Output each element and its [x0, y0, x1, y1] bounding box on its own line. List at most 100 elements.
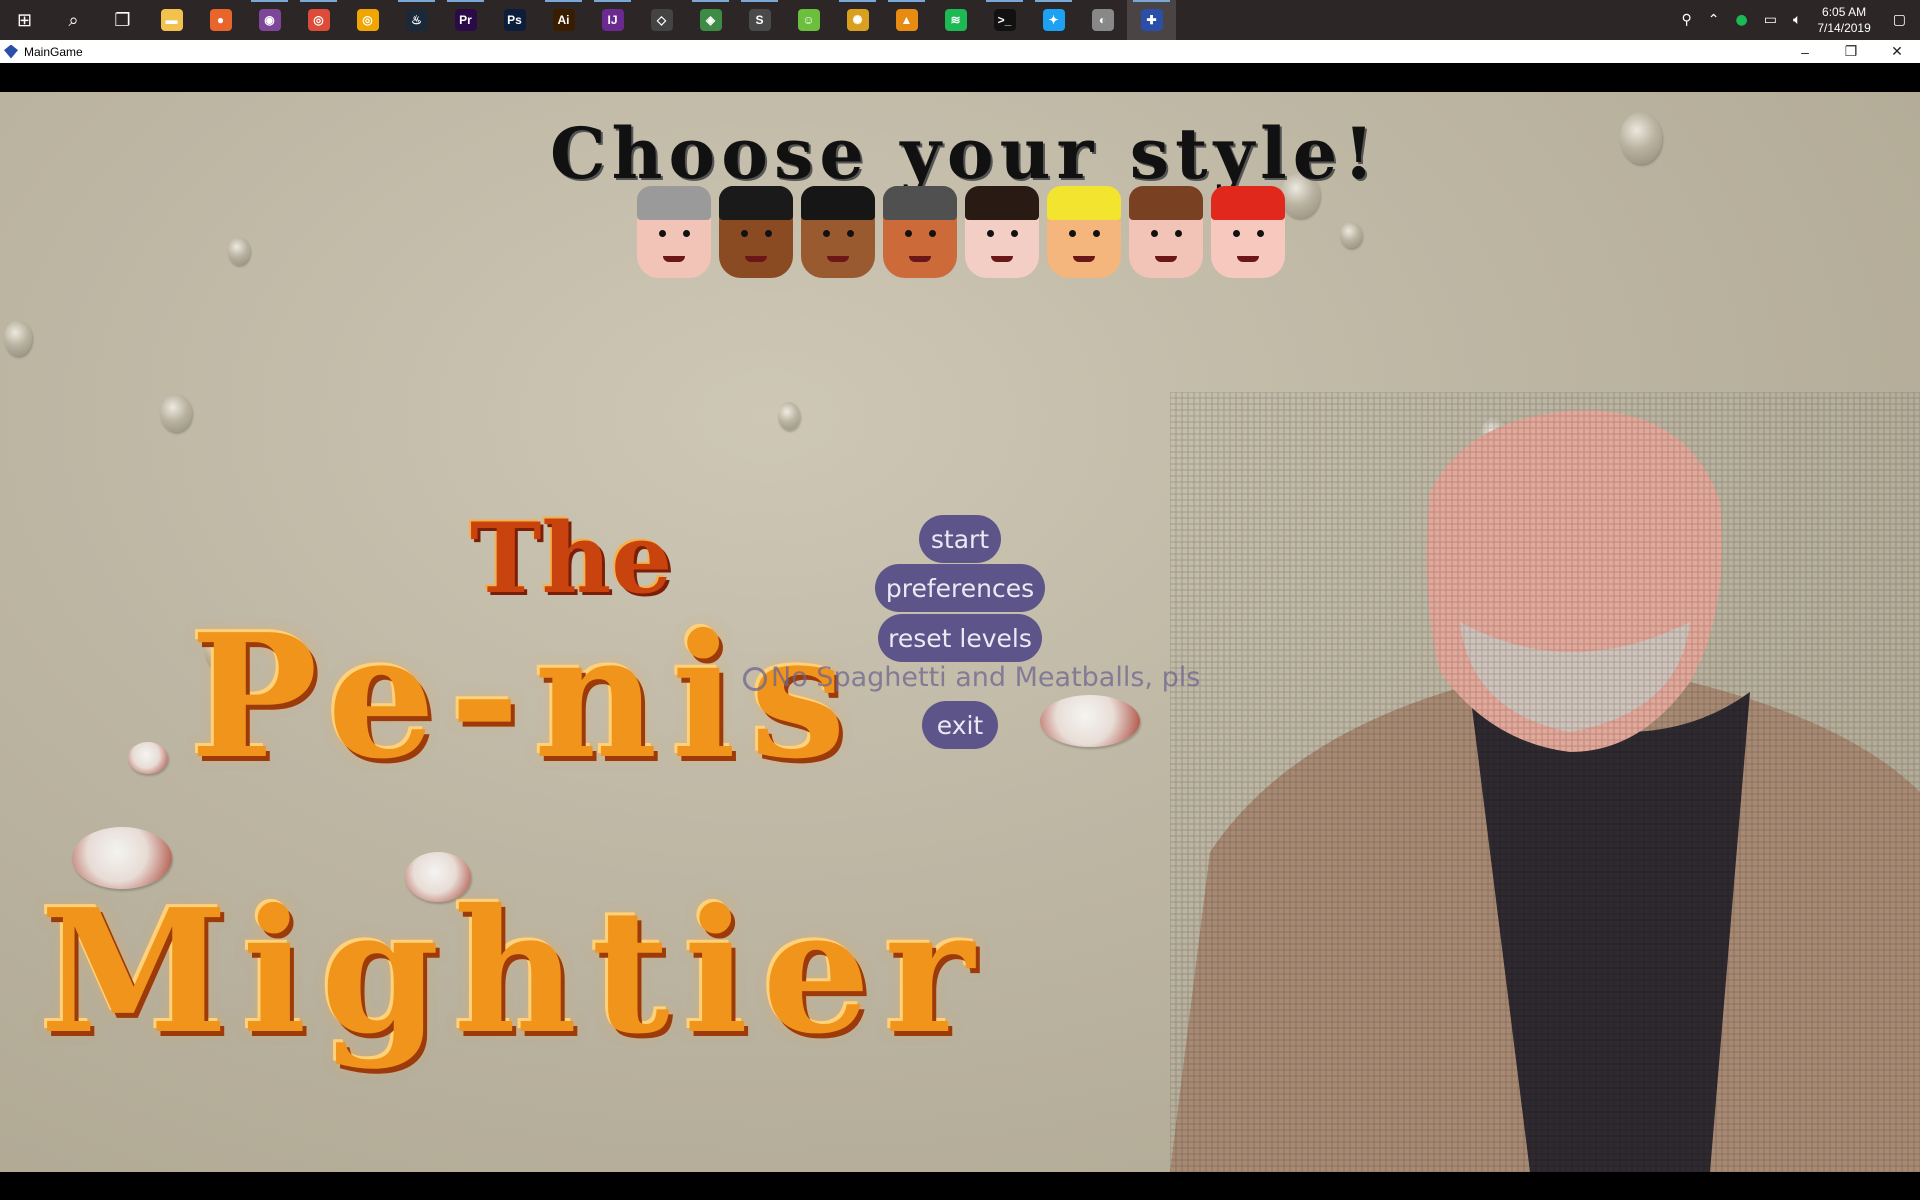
- unity-icon: ◇: [650, 9, 673, 31]
- taskbar-unity-button[interactable]: ◇: [637, 0, 686, 40]
- clock[interactable]: 6:05 AM 7/14/2019: [1817, 4, 1870, 36]
- face-hair: [883, 186, 957, 220]
- taskbar-maingame-button[interactable]: ✚: [1127, 0, 1176, 40]
- chrome-canary-icon: ◎: [356, 9, 379, 31]
- taskbar-sun-app-button[interactable]: ✺: [833, 0, 882, 40]
- spaghetti-option-label: No Spaghetti and Meatballs, pls: [771, 662, 1201, 693]
- start-icon: ⊞: [16, 9, 33, 30]
- close-button[interactable]: ✕: [1874, 40, 1920, 63]
- face-mouth: [991, 256, 1013, 262]
- water-droplet: [778, 402, 800, 430]
- clock-date: 7/14/2019: [1817, 21, 1871, 35]
- face-eye: [1151, 230, 1158, 237]
- restore-button[interactable]: ❐: [1828, 40, 1874, 63]
- maingame-window-icon: [4, 44, 18, 59]
- network-icon[interactable]: ▭: [1764, 12, 1777, 28]
- face-brown-hair[interactable]: [1129, 186, 1203, 278]
- preferences-button[interactable]: preferences: [875, 564, 1045, 612]
- water-droplet: [4, 320, 32, 356]
- spaghetti-radio[interactable]: [743, 666, 767, 691]
- chevron-up-icon[interactable]: ⌃: [1708, 12, 1720, 28]
- taskbar-steam-button[interactable]: ♨: [392, 0, 441, 40]
- taskbar: ⊞ ⌕ ❐ ▬ ● ◉ ◎ ◎ ♨ Pr Ps Ai IJ ◇ ◈ S ☺ ✺ ▲ ≋ >_ ✦ ◐ ✚ ⚲ ⌃ ● ▭ 🔈︎…: [0, 0, 1920, 40]
- face-eye: [1257, 230, 1264, 237]
- water-droplet: [1340, 222, 1362, 248]
- taskbar-file-explorer-button[interactable]: ▬: [147, 0, 196, 40]
- task-view-icon: ❐: [114, 9, 131, 30]
- water-droplet: [128, 742, 168, 774]
- choose-style-heading: Choose your style!: [549, 112, 1381, 195]
- taskbar-sublime-button[interactable]: S: [735, 0, 784, 40]
- minimize-button[interactable]: –: [1782, 40, 1828, 63]
- taskbar-apps: ⊞ ⌕ ❐ ▬ ● ◉ ◎ ◎ ♨ Pr Ps Ai IJ ◇ ◈ S ☺ ✺ ▲ ≋ >_ ✦ ◐ ✚: [0, 0, 1176, 40]
- face-hair: [965, 186, 1039, 220]
- water-droplet: [1040, 695, 1140, 747]
- taskbar-start-button[interactable]: ⊞: [0, 0, 49, 40]
- spaghetti-option[interactable]: No Spaghetti and Meatballs, pls: [743, 662, 1200, 693]
- face-blonde[interactable]: [1047, 186, 1121, 278]
- face-red-hair[interactable]: [1211, 186, 1285, 278]
- taskbar-chrome-button[interactable]: ◎: [294, 0, 343, 40]
- character-face-selector: [637, 186, 1285, 278]
- pixelated-man-photo: [1170, 392, 1920, 1172]
- face-gray-beard[interactable]: [883, 186, 957, 278]
- running-indicator: [888, 0, 925, 2]
- face-mouth: [1155, 256, 1177, 262]
- spotify-tray-icon[interactable]: ●: [1736, 12, 1748, 28]
- taskbar-premiere-button[interactable]: Pr: [441, 0, 490, 40]
- running-indicator: [545, 0, 582, 2]
- face-eye: [847, 230, 854, 237]
- window-title: MainGame: [24, 44, 83, 59]
- taskbar-app-person-button[interactable]: ☺: [784, 0, 833, 40]
- face-black-beard[interactable]: [719, 186, 793, 278]
- spotify-icon: ≋: [944, 9, 967, 31]
- taskbar-vlc-button[interactable]: ▲: [882, 0, 931, 40]
- tor-icon: ◉: [258, 9, 281, 31]
- taskbar-spotify-button[interactable]: ≋: [931, 0, 980, 40]
- taskbar-chrome-canary-button[interactable]: ◎: [343, 0, 392, 40]
- water-droplet: [228, 237, 250, 265]
- running-indicator: [447, 0, 484, 2]
- face-mustache[interactable]: [965, 186, 1039, 278]
- taskbar-terminal-button[interactable]: >_: [980, 0, 1029, 40]
- start-button[interactable]: start: [919, 515, 1001, 563]
- face-mouth: [1073, 256, 1095, 262]
- volume-icon[interactable]: 🔈︎: [1793, 12, 1801, 28]
- taskbar-tor-button[interactable]: ◉: [245, 0, 294, 40]
- logo-line-2: Pe-nis: [190, 597, 860, 797]
- face-hair: [1047, 186, 1121, 220]
- taskbar-android-studio-button[interactable]: ◈: [686, 0, 735, 40]
- taskbar-photoshop-button[interactable]: Ps: [490, 0, 539, 40]
- taskbar-twitter-button[interactable]: ✦: [1029, 0, 1078, 40]
- taskbar-task-view-button[interactable]: ❐: [98, 0, 147, 40]
- exit-button[interactable]: exit: [922, 701, 998, 749]
- taskbar-intellij-button[interactable]: IJ: [588, 0, 637, 40]
- face-hair: [801, 186, 875, 220]
- face-eye: [823, 230, 830, 237]
- letterbox-bottom: [0, 1172, 1920, 1200]
- taskbar-search-button[interactable]: ⌕: [49, 0, 98, 40]
- taskbar-mouse-app-button[interactable]: ◐: [1078, 0, 1127, 40]
- running-indicator: [251, 0, 288, 2]
- running-indicator: [839, 0, 876, 2]
- face-hair: [719, 186, 793, 220]
- face-hair: [637, 186, 711, 220]
- face-mouth: [827, 256, 849, 262]
- water-droplet: [72, 827, 172, 889]
- notifications-icon[interactable]: ▢: [1893, 12, 1906, 28]
- reset-levels-button[interactable]: reset levels: [878, 614, 1042, 662]
- running-indicator: [692, 0, 729, 2]
- taskbar-illustrator-button[interactable]: Ai: [539, 0, 588, 40]
- people-icon[interactable]: ⚲: [1682, 12, 1692, 28]
- face-dark-brown[interactable]: [801, 186, 875, 278]
- face-eye: [1175, 230, 1182, 237]
- running-indicator: [986, 0, 1023, 2]
- running-indicator: [1035, 0, 1072, 2]
- face-eye: [741, 230, 748, 237]
- face-eye: [929, 230, 936, 237]
- premiere-icon: Pr: [454, 9, 477, 31]
- taskbar-firefox-button[interactable]: ●: [196, 0, 245, 40]
- face-eye: [765, 230, 772, 237]
- face-eye: [987, 230, 994, 237]
- face-gray-hair[interactable]: [637, 186, 711, 278]
